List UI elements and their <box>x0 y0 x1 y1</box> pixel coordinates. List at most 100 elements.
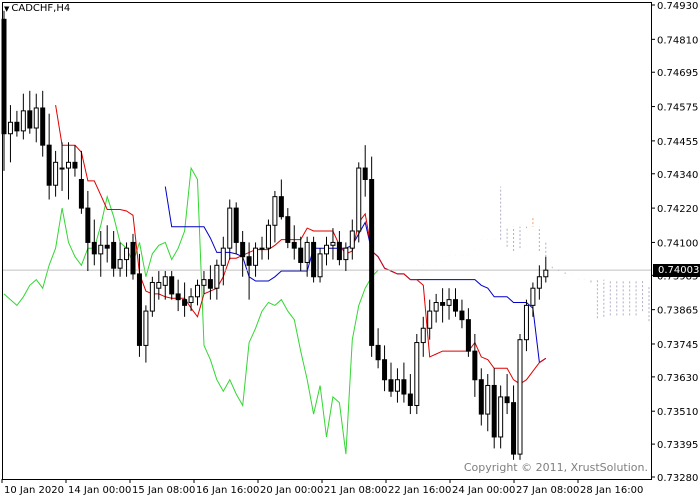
candle <box>66 161 71 169</box>
x-axis-label: 28 Jan 16:00 <box>580 485 643 496</box>
y-axis-label: 0.74340 <box>657 170 698 181</box>
y-axis-label: 0.74455 <box>657 137 698 148</box>
candle <box>511 402 517 455</box>
candle <box>394 379 400 392</box>
candle <box>485 384 491 415</box>
y-axis-label: 0.73280 <box>657 473 698 484</box>
candle <box>349 230 355 249</box>
candle <box>278 196 284 218</box>
candle <box>214 264 220 289</box>
candle <box>169 276 175 295</box>
kijun-sen-line <box>164 186 547 364</box>
x-axis-label: 20 Jan 00:00 <box>260 485 323 496</box>
collapse-arrow-icon[interactable]: ▼ <box>4 4 9 14</box>
x-axis-label: 21 Jan 08:00 <box>324 485 387 496</box>
candle <box>188 296 194 304</box>
candle <box>427 310 433 329</box>
candle <box>523 304 529 341</box>
current-price-box: 0.74003 <box>653 264 700 277</box>
candle <box>143 310 149 346</box>
x-axis-label: 15 Jan 08:00 <box>132 485 195 496</box>
candle <box>227 207 233 249</box>
x-axis-label: 22 Jan 16:00 <box>388 485 451 496</box>
candle <box>291 241 297 249</box>
candle <box>253 247 259 266</box>
candle <box>162 276 168 286</box>
candle <box>182 299 188 306</box>
candle <box>240 241 246 258</box>
y-axis-label: 0.74100 <box>657 238 698 249</box>
candle <box>7 121 13 135</box>
y-axis-label: 0.74810 <box>657 35 698 46</box>
candle <box>472 350 478 381</box>
candle <box>498 396 504 438</box>
candle <box>420 327 426 344</box>
candle <box>156 281 162 289</box>
candle <box>40 107 46 146</box>
candle <box>369 178 375 346</box>
candle <box>78 178 84 209</box>
candle <box>20 110 26 132</box>
candle <box>91 241 97 255</box>
candle <box>53 161 59 186</box>
candle <box>401 379 407 395</box>
symbol-header: ▼ CADCHF,H4 <box>4 3 70 14</box>
y-axis-label: 0.73865 <box>657 306 698 317</box>
candle <box>382 359 388 381</box>
candle <box>362 167 368 180</box>
candle <box>356 167 362 232</box>
candle <box>446 299 452 306</box>
candle <box>311 241 317 278</box>
candle <box>336 241 342 261</box>
candle <box>124 247 130 261</box>
y-axis-label: 0.73510 <box>657 407 698 418</box>
candle <box>175 293 181 301</box>
candle <box>543 269 549 278</box>
x-axis-label: 27 Jan 08:00 <box>516 485 579 496</box>
candle <box>72 161 78 169</box>
chikou-span-line <box>3 166 379 455</box>
candle <box>375 344 381 361</box>
candle <box>33 107 39 129</box>
y-axis-label: 0.73745 <box>657 340 698 351</box>
candle <box>465 319 471 352</box>
candle <box>407 393 413 406</box>
y-axis-label: 0.74220 <box>657 204 698 215</box>
candle <box>201 279 207 286</box>
y-axis-label: 0.74930 <box>657 1 698 12</box>
candle <box>259 247 265 250</box>
x-axis-label: 14 Jan 00:00 <box>68 485 131 496</box>
candle <box>459 310 465 321</box>
candle <box>220 247 226 266</box>
candle <box>1 18 7 135</box>
candle <box>195 284 200 298</box>
candle <box>246 256 252 266</box>
candle <box>343 247 349 261</box>
y-axis-label: 0.74695 <box>657 68 698 79</box>
candle <box>207 279 213 289</box>
chart-window[interactable]: 0.74930 0.74810 0.74695 0.74575 0.74455 0.743… <box>0 0 700 500</box>
candle <box>440 302 446 306</box>
candle <box>530 287 536 306</box>
x-axis-label: 16 Jan 16:00 <box>196 485 259 496</box>
y-axis-label: 0.74575 <box>657 103 698 114</box>
candle <box>104 244 110 249</box>
candle <box>433 302 439 312</box>
candle <box>111 241 117 269</box>
price-chart[interactable]: 0.74930 0.74810 0.74695 0.74575 0.74455 0.743… <box>0 0 700 500</box>
y-axis-label: 0.73630 <box>657 373 698 384</box>
candle <box>46 144 52 186</box>
candle <box>233 207 239 243</box>
candle <box>330 241 336 246</box>
candle <box>298 247 304 263</box>
candle <box>85 207 91 243</box>
symbol-label: CADCHF,H4 <box>11 3 71 14</box>
x-axis-label: 24 Jan 00:00 <box>452 485 515 496</box>
candle <box>517 339 523 455</box>
candle <box>117 259 123 269</box>
candle <box>491 384 497 438</box>
y-axis-label: 0.73395 <box>657 440 698 451</box>
candle <box>388 379 394 392</box>
candle <box>478 379 484 415</box>
candle <box>304 241 310 263</box>
